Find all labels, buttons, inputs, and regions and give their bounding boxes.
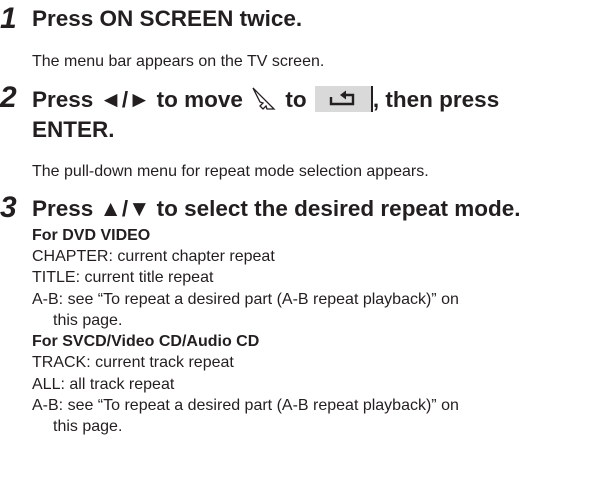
cd-item-track: TRACK: current track repeat <box>32 354 234 371</box>
step-number-1: 1 <box>0 2 17 35</box>
step-1-description: The menu bar appears on the TV screen. <box>32 53 325 70</box>
dvd-item-ab-continuation: this page. <box>53 312 123 329</box>
step-1-heading: Press ON SCREEN twice. <box>32 6 303 31</box>
step-2-heading-line2: ENTER. <box>32 117 115 142</box>
dvd-item-ab: A-B: see “To repeat a desired part (A-B … <box>32 291 459 308</box>
step-number-3: 3 <box>0 191 17 224</box>
step-3-heading: Press ▲/▼ to select the desired repeat m… <box>32 196 521 221</box>
cursor-arrow-icon <box>251 85 277 117</box>
repeat-icon <box>314 86 373 112</box>
step-2-heading-part3: , then press <box>372 87 500 112</box>
dvd-section-label: For DVD VIDEO <box>32 227 151 244</box>
step-2-heading-part2: to <box>285 87 307 112</box>
cd-item-ab-continuation: this page. <box>53 418 123 435</box>
step-2-description: The pull-down menu for repeat mode selec… <box>32 163 429 180</box>
dvd-item-title: TITLE: current title repeat <box>32 269 214 286</box>
cd-item-ab: A-B: see “To repeat a desired part (A-B … <box>32 397 459 414</box>
cd-item-all: ALL: all track repeat <box>32 376 175 393</box>
step-2-heading-part1: Press ◄/► to move <box>32 87 243 112</box>
dvd-item-chapter: CHAPTER: current chapter repeat <box>32 248 275 265</box>
cd-section-label: For SVCD/Video CD/Audio CD <box>32 333 260 350</box>
step-2-heading: Press ◄/► to move to , then press <box>32 85 499 117</box>
step-number-2: 2 <box>0 81 17 114</box>
